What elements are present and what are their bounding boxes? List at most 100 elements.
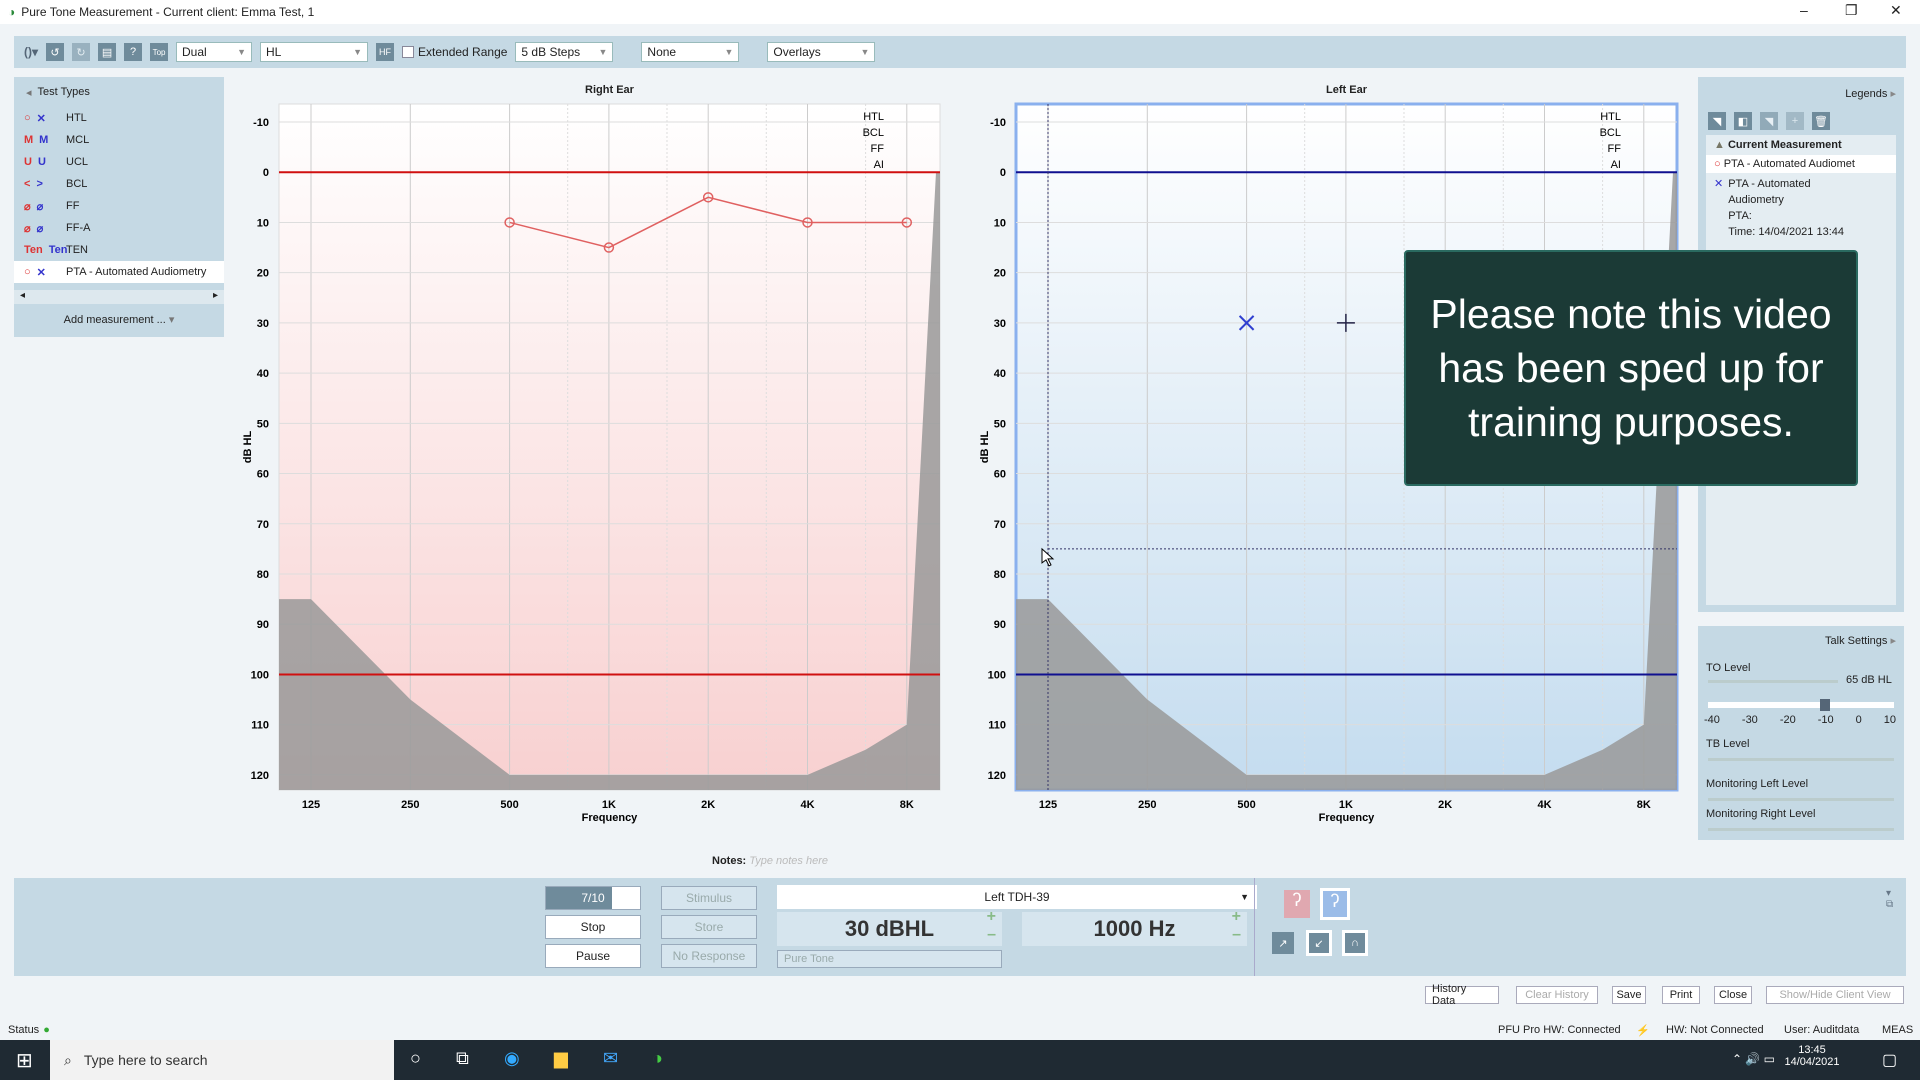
windows-start-icon[interactable]: ⊞ xyxy=(16,1048,33,1073)
collapse-icon[interactable]: ◂ xyxy=(26,86,32,99)
scale-select[interactable]: HL ▼ xyxy=(260,42,369,62)
clear-history-button[interactable]: Clear History xyxy=(1516,986,1598,1004)
level-display[interactable]: 30 dBHL + – xyxy=(777,908,1002,946)
save-button[interactable]: Save xyxy=(1612,986,1646,1004)
trash-icon[interactable]: 🗑 xyxy=(1812,112,1830,130)
test-type-item[interactable]: Ten Ten TEN xyxy=(14,239,224,261)
frequency-decrease-icon[interactable]: – xyxy=(1232,926,1241,944)
right-symbol: M xyxy=(24,134,34,146)
history-data-button[interactable]: History Data xyxy=(1425,983,1499,1007)
x-tick-label: 250 xyxy=(401,799,419,811)
stimulus-button[interactable]: Stimulus xyxy=(661,886,757,910)
task-view-icon[interactable]: ⧉ xyxy=(456,1048,469,1069)
monitoring-left-slider[interactable] xyxy=(1708,798,1894,801)
notes-label: Notes: xyxy=(712,855,747,867)
left-ear-title: Left Ear xyxy=(1326,84,1367,96)
delete-chart-icon[interactable]: ◧ xyxy=(1734,112,1752,130)
close-window-button[interactable]: ✕ xyxy=(1890,2,1902,19)
print-button[interactable]: Print xyxy=(1662,986,1700,1004)
expand-icon[interactable]: ▸ xyxy=(1890,635,1896,647)
legend-label: FF xyxy=(1608,143,1622,155)
monitoring-right-slider[interactable] xyxy=(1708,828,1894,831)
headphones-icon[interactable]: ∩ xyxy=(1342,930,1368,956)
left-ear-button[interactable]: ʔ xyxy=(1320,888,1350,920)
horizontal-scrollbar[interactable]: ◂ ▸ xyxy=(14,290,224,304)
to-offset-slider[interactable] xyxy=(1708,699,1894,711)
pause-button[interactable]: Pause xyxy=(545,944,641,968)
level-increase-icon[interactable]: + xyxy=(987,908,996,926)
print-icon[interactable]: ▤ xyxy=(98,43,117,61)
mode-select[interactable]: Dual ▼ xyxy=(176,42,253,62)
test-type-symbol-icon: ⌀ ⌀ xyxy=(24,200,60,213)
test-type-item[interactable]: ○ ✕ PTA - Automated Audiometry xyxy=(14,261,224,283)
panel-options-icon[interactable]: ▾ ⧉ xyxy=(1886,888,1893,910)
extended-range-checkbox[interactable]: Extended Range xyxy=(402,45,507,59)
chevron-down-icon: ▼ xyxy=(598,47,608,57)
tb-level-slider[interactable] xyxy=(1708,758,1894,761)
notifications-icon[interactable]: ▢ xyxy=(1882,1050,1897,1070)
add-measurement-button[interactable]: Add measurement ... ▾ xyxy=(14,313,224,326)
no-response-button[interactable]: No Response xyxy=(661,944,757,968)
clock[interactable]: 13:45 14/04/2021 xyxy=(1772,1044,1852,1068)
auditdata-app-icon[interactable]: ◑ xyxy=(652,1048,663,1069)
top-button[interactable]: Top xyxy=(150,43,169,61)
expand-icon[interactable]: ▸ xyxy=(1890,88,1896,100)
signal-type-select[interactable]: Pure Tone xyxy=(777,950,1002,968)
slider-thumb[interactable] xyxy=(1820,699,1830,711)
talk-forward-icon[interactable]: ↗ xyxy=(1272,932,1294,954)
notes-area[interactable]: Notes: Type notes here xyxy=(712,855,828,867)
masking-select[interactable]: None ▼ xyxy=(641,42,740,62)
cortana-icon[interactable]: ○ xyxy=(410,1048,421,1069)
checkbox-box[interactable] xyxy=(402,46,415,58)
legend-item-left[interactable]: PTA - Automated xyxy=(1728,176,1844,192)
y-tick-label: 10 xyxy=(994,217,1006,229)
y-tick-label: 30 xyxy=(257,318,269,330)
frequency-display[interactable]: 1000 Hz + – xyxy=(1022,908,1247,946)
test-type-item[interactable]: M M MCL xyxy=(14,129,224,151)
edge-icon[interactable]: ◉ xyxy=(504,1048,520,1069)
status-ok-icon: ● xyxy=(43,1024,50,1036)
scroll-left-icon[interactable]: ◂ xyxy=(20,290,25,304)
undo-icon[interactable]: ↺ xyxy=(46,43,65,61)
chevron-down-icon: ▼ xyxy=(237,47,247,57)
right-ear-audiogram[interactable]: -10 0 10 20 30 40 50 60 70 80 90 100 110 120 125 250 500… xyxy=(230,100,960,830)
test-type-item[interactable]: ○ ✕ HTL xyxy=(14,107,224,129)
overlays-select[interactable]: Overlays ▼ xyxy=(767,42,876,62)
show-hide-client-view-button[interactable]: Show/Hide Client View xyxy=(1766,986,1904,1004)
add-chart-icon[interactable]: + xyxy=(1786,112,1804,130)
restore-button[interactable]: ❐ xyxy=(1845,2,1858,19)
close-button[interactable]: Close xyxy=(1714,986,1752,1004)
right-ear-button[interactable]: ʔ xyxy=(1284,890,1310,918)
chart-view-icon[interactable]: ◥ xyxy=(1708,112,1726,130)
chevron-down-icon: ▼ xyxy=(353,47,363,57)
view-menu-icon[interactable]: ()▾ xyxy=(24,45,38,59)
collapse-icon[interactable]: ▲ xyxy=(1714,139,1725,151)
talk-back-icon[interactable]: ↙ xyxy=(1306,930,1332,956)
test-types-panel: ◂ Test Types ○ ✕ HTL M M MCL U U UCL < > BCL ⌀ ⌀ FF ⌀ ⌀ FF… xyxy=(14,77,224,337)
hf-button[interactable]: HF xyxy=(376,43,395,61)
stop-button[interactable]: Stop xyxy=(545,915,641,939)
copy-chart-icon[interactable]: ◥ xyxy=(1760,112,1778,130)
test-type-item[interactable]: U U UCL xyxy=(14,151,224,173)
store-button[interactable]: Store xyxy=(661,915,757,939)
taskbar-search[interactable]: ⌕ Type here to search xyxy=(50,1040,394,1080)
test-type-item[interactable]: < > BCL xyxy=(14,173,224,195)
file-explorer-icon[interactable]: ▆ xyxy=(554,1048,568,1069)
minimize-button[interactable]: – xyxy=(1800,2,1808,18)
notes-input[interactable]: Type notes here xyxy=(749,855,828,867)
mail-icon[interactable]: ✉ xyxy=(603,1048,618,1069)
legend-item-right[interactable]: PTA - Automated Audiomet xyxy=(1724,158,1855,170)
level-decrease-icon[interactable]: – xyxy=(987,926,996,944)
test-type-item[interactable]: ⌀ ⌀ FF xyxy=(14,195,224,217)
help-icon[interactable]: ? xyxy=(124,43,143,61)
test-type-item[interactable]: ⌀ ⌀ FF-A xyxy=(14,217,224,239)
system-tray-icons[interactable]: ⌃ 🔊 ▭ xyxy=(1732,1052,1775,1066)
steps-select[interactable]: 5 dB Steps ▼ xyxy=(515,42,614,62)
scroll-right-icon[interactable]: ▸ xyxy=(213,290,218,304)
right-symbol: ⌀ xyxy=(24,200,31,213)
transducer-select[interactable]: Left TDH-39 ▼ xyxy=(777,885,1257,909)
to-level-slider[interactable] xyxy=(1708,680,1838,683)
frequency-increase-icon[interactable]: + xyxy=(1232,908,1241,926)
y-tick-label: 60 xyxy=(994,469,1006,481)
redo-icon[interactable]: ↻ xyxy=(72,43,91,61)
